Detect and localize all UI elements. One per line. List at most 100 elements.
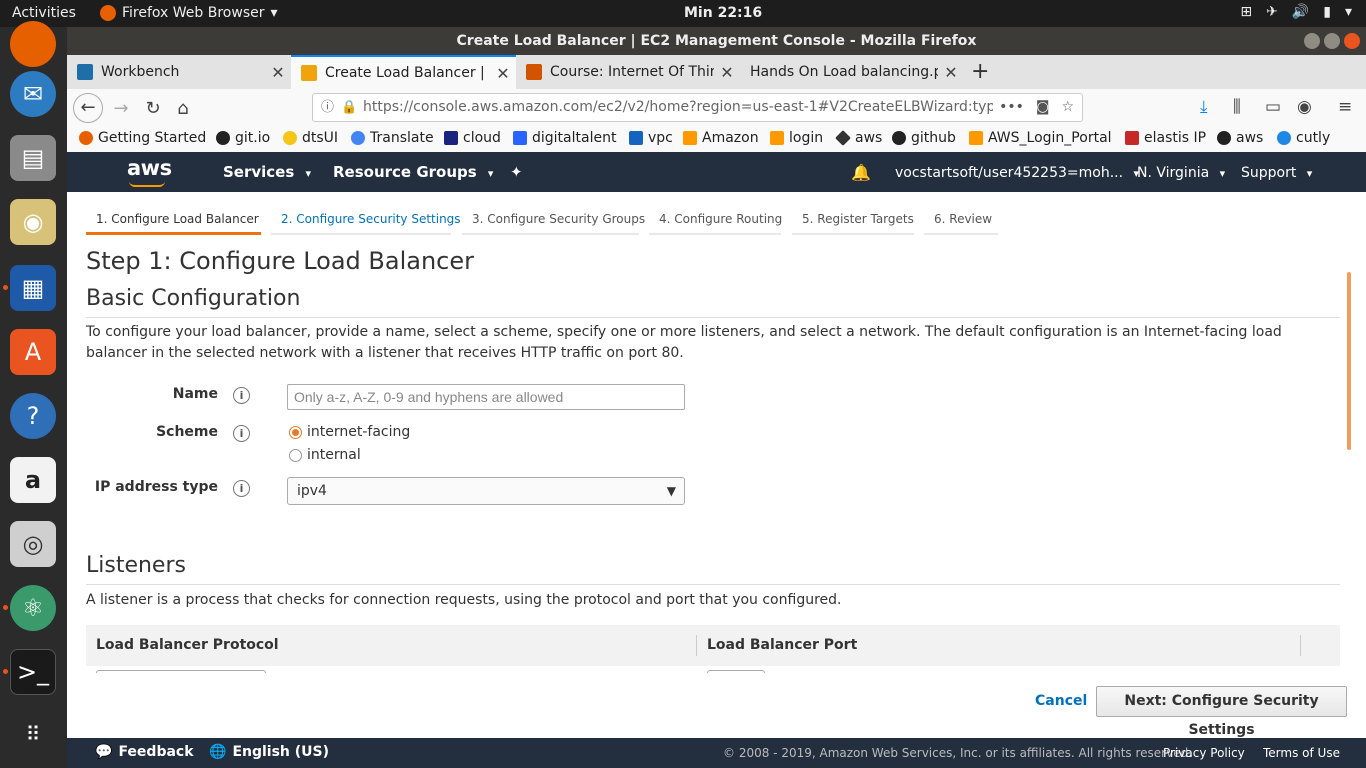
bookmark-item[interactable]: Translate (351, 130, 434, 146)
bookmark-item[interactable]: github (892, 130, 956, 146)
info-icon[interactable]: i (233, 387, 250, 404)
terms-of-use-link[interactable]: Terms of Use (1263, 746, 1340, 760)
sidebar-icon[interactable]: ▭ (1265, 97, 1281, 117)
clock[interactable]: Min 22:16 (684, 5, 762, 21)
window-controls (1304, 33, 1360, 49)
minimize-icon[interactable] (1304, 33, 1320, 49)
support-menu[interactable]: Support ▾ (1241, 165, 1312, 181)
aws-logo[interactable]: aws (127, 156, 172, 187)
resource-groups-menu[interactable]: Resource Groups ▾ (333, 163, 493, 181)
account-menu[interactable]: vocstartsoft/user452253=moh... ▾ (895, 165, 1139, 181)
activities-button[interactable]: Activities (12, 5, 76, 21)
scheme-option-internet-facing[interactable]: internet-facing (289, 424, 410, 440)
tab-course[interactable]: Course: Internet Of Thing ✕ (516, 55, 740, 89)
language-selector[interactable]: 🌐 English (US) (209, 744, 329, 760)
wizard-step-configure-security-groups[interactable]: 3. Configure Security Groups (462, 205, 645, 235)
close-window-icon[interactable] (1344, 33, 1360, 49)
lock-icon: 🔒 (341, 100, 358, 115)
wizard-step-configure-routing[interactable]: 4. Configure Routing (649, 205, 782, 235)
region-menu[interactable]: N. Virginia ▾ (1137, 165, 1225, 181)
bookmark-item[interactable]: Amazon (683, 130, 759, 146)
system-tray[interactable]: ⊞ ✈ 🔊 ▮ ▾ (1240, 4, 1352, 20)
scrollbar[interactable] (1347, 272, 1351, 450)
tab-label: Course: Internet Of Thing (550, 64, 714, 80)
tab-create-load-balancer[interactable]: Create Load Balancer | Ec ✕ (291, 55, 516, 89)
new-tab-icon[interactable]: + (971, 59, 989, 84)
region-label: N. Virginia (1137, 165, 1210, 181)
listeners-table: Load Balancer Protocol Load Balancer Por… (86, 625, 1340, 673)
wizard-step-configure-load-balancer[interactable]: 1. Configure Load Balancer (86, 205, 261, 235)
close-icon[interactable]: ✕ (714, 63, 740, 82)
name-input[interactable] (287, 384, 685, 410)
account-icon[interactable]: ◉ (1297, 97, 1312, 117)
back-icon[interactable]: ← (73, 93, 103, 123)
files-icon[interactable]: ▤ (10, 135, 56, 181)
bookmark-item[interactable]: elastis IP (1125, 130, 1206, 146)
help-icon[interactable]: ? (10, 393, 56, 439)
next-configure-security-settings-button[interactable]: Next: Configure Security Settings (1096, 686, 1347, 738)
amazon-icon[interactable]: a (10, 457, 56, 503)
info-icon[interactable]: i (233, 425, 250, 442)
info-icon[interactable]: ⓘ (321, 94, 334, 121)
bookmark-item[interactable]: Getting Started (79, 130, 206, 146)
protocol-select[interactable] (96, 670, 266, 673)
bookmark-item[interactable]: AWS_Login_Portal (969, 130, 1112, 146)
tab-hands-on-pdf[interactable]: Hands On Load balancing.pd ✕ (740, 55, 964, 89)
forward-icon[interactable]: → (107, 95, 135, 123)
caret-down-icon: ▾ (1344, 4, 1352, 20)
close-icon[interactable]: ✕ (490, 64, 516, 83)
bookmark-item[interactable]: vpc (629, 130, 673, 146)
app-menu[interactable]: Firefox Web Browser ▾ (100, 5, 278, 21)
bookmark-item[interactable]: digitaltalent (513, 130, 616, 146)
screenshot-icon[interactable]: ◎ (10, 521, 56, 567)
bookmark-item[interactable]: cutly (1277, 130, 1330, 146)
wizard-step-configure-security-settings[interactable]: 2. Configure Security Settings (271, 205, 461, 235)
services-menu[interactable]: Services ▾ (223, 163, 311, 181)
bookmark-item[interactable]: cloud (444, 130, 501, 146)
close-icon[interactable]: ✕ (938, 63, 964, 82)
more-actions-icon[interactable]: ••• (999, 94, 1024, 121)
terminal-icon[interactable]: >_ (10, 649, 56, 695)
writer-icon[interactable]: ▦ (10, 265, 56, 311)
radio-checked[interactable] (289, 425, 302, 439)
software-center-icon[interactable]: A (10, 329, 56, 375)
notifications-bell-icon[interactable]: 🔔 (851, 163, 871, 182)
url-bar[interactable]: ⓘ 🔒 https://console.aws.amazon.com/ec2/v… (312, 93, 1083, 122)
firefox-dock-icon[interactable] (10, 21, 56, 67)
rhythmbox-icon[interactable]: ◉ (10, 199, 56, 245)
ip-address-type-select[interactable]: ipv4 ▼ (287, 477, 685, 505)
library-icon[interactable]: ⫼ (1233, 97, 1241, 117)
column-header: Load Balancer Port (707, 637, 858, 653)
show-apps-icon[interactable]: ⠿ (10, 711, 56, 757)
tab-workbench[interactable]: Workbench ✕ (67, 55, 291, 89)
maximize-icon[interactable] (1324, 33, 1340, 49)
port-input[interactable] (707, 670, 765, 673)
pocket-icon[interactable]: ◙ (1036, 94, 1050, 121)
scheme-option-internal[interactable]: internal (289, 447, 361, 463)
bookmark-item[interactable]: dtsUI (283, 130, 338, 146)
privacy-policy-link[interactable]: Privacy Policy (1163, 746, 1245, 760)
wizard-step-register-targets[interactable]: 5. Register Targets (792, 205, 914, 235)
feedback-link[interactable]: 💬 Feedback (95, 744, 194, 760)
bookmark-item[interactable]: git.io (216, 130, 270, 146)
bookmark-item[interactable]: aws (835, 130, 882, 146)
home-icon[interactable]: ⌂ (169, 95, 197, 123)
wizard-step-review[interactable]: 6. Review (924, 205, 998, 235)
download-icon[interactable]: ⤓ (1200, 97, 1208, 117)
bookmark-label: dtsUI (302, 130, 339, 146)
pin-icon[interactable]: ✦ (510, 163, 523, 181)
window-titlebar: Create Load Balancer | EC2 Management Co… (67, 27, 1366, 55)
cancel-button[interactable]: Cancel (1035, 693, 1087, 709)
thunderbird-icon[interactable]: ✉ (10, 71, 56, 117)
radio-unchecked[interactable] (289, 448, 302, 462)
bookmark-item[interactable]: login (770, 130, 823, 146)
bookmark-star-icon[interactable]: ☆ (1061, 94, 1074, 121)
bookmark-label: vpc (648, 130, 673, 146)
reload-icon[interactable]: ↻ (139, 95, 167, 123)
hamburger-menu-icon[interactable]: ≡ (1338, 97, 1352, 117)
close-icon[interactable]: ✕ (265, 63, 291, 82)
atom-icon[interactable]: ⚛ (10, 585, 56, 631)
bookmark-item[interactable]: aws (1217, 130, 1263, 146)
dtsui-icon (283, 131, 297, 145)
info-icon[interactable]: i (233, 480, 250, 497)
